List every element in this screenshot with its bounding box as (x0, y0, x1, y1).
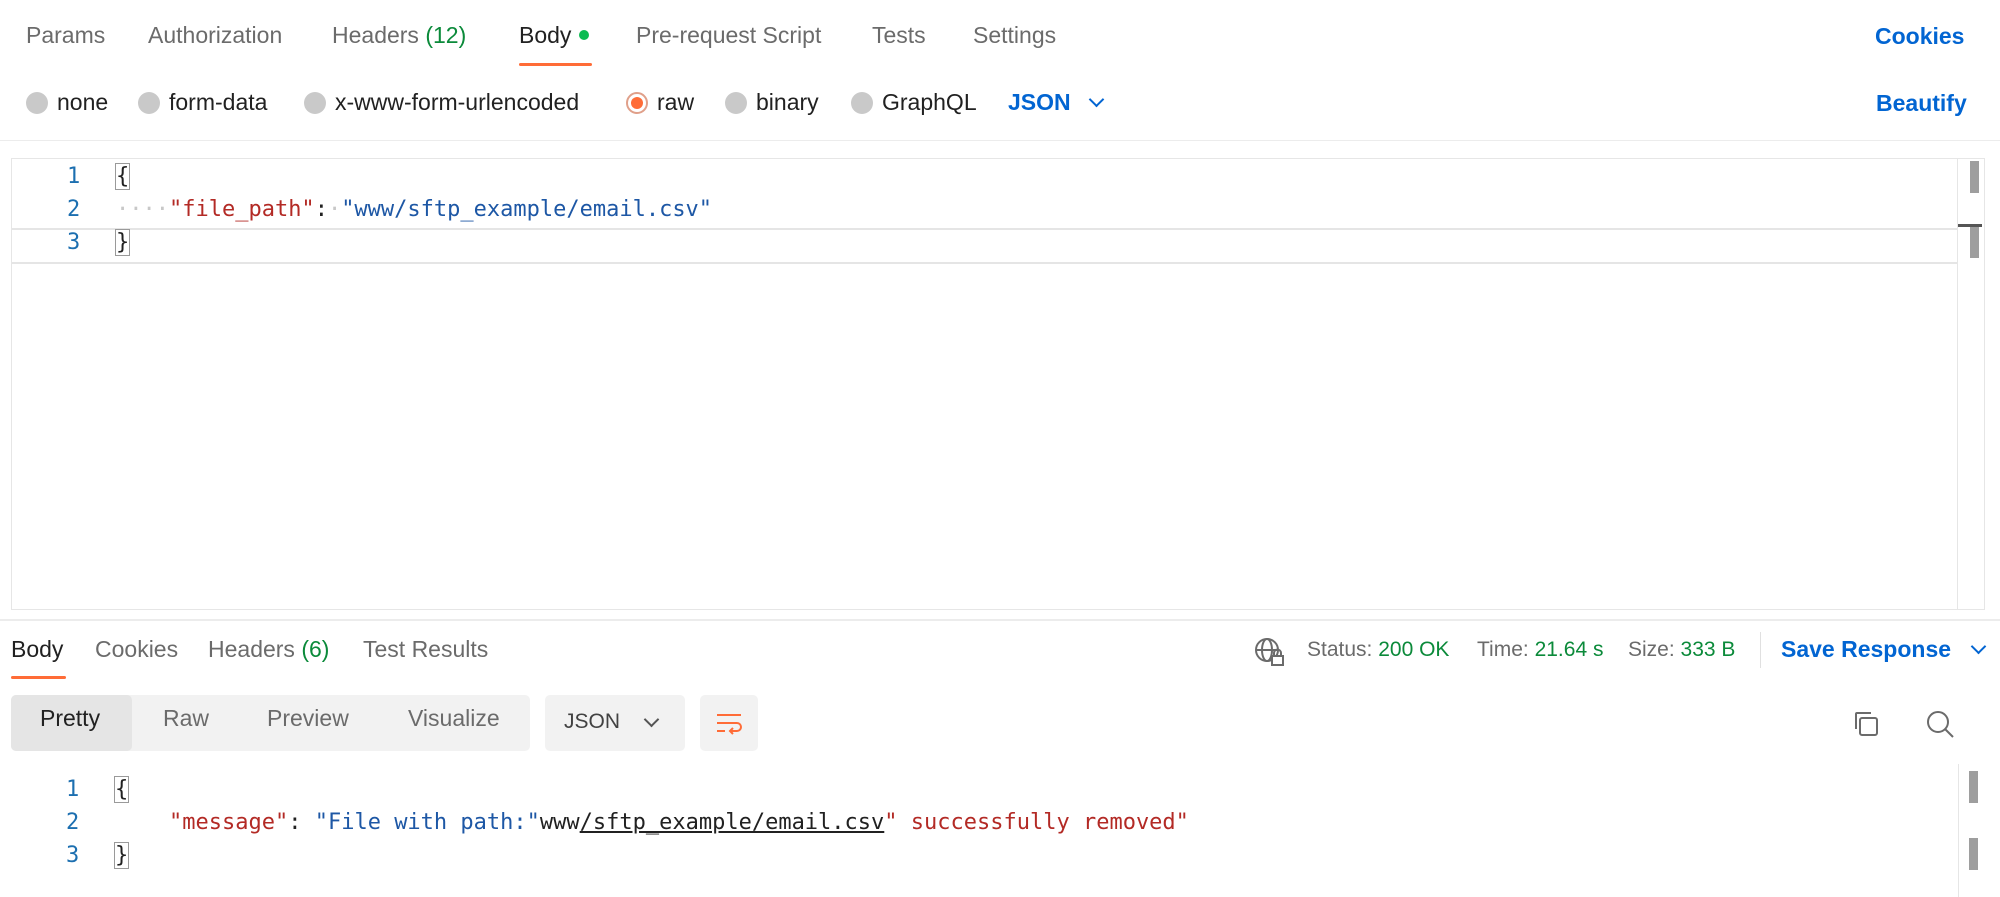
code-line: "message": "File with path:"www/sftp_exa… (169, 810, 1189, 835)
json-colon: : (288, 810, 302, 835)
body-modified-dot (579, 29, 590, 40)
save-response-button[interactable]: Save Response (1781, 636, 1987, 663)
response-tab-test-results[interactable]: Test Results (363, 636, 488, 663)
cookies-link[interactable]: Cookies (1875, 23, 1964, 50)
json-value-part: " successfully removed" (884, 810, 1189, 835)
response-body-viewer[interactable]: 1 2 3 { "message": "File with path:"www/… (0, 764, 2000, 897)
meta-divider (1760, 632, 1761, 668)
scrollbar-thumb[interactable] (1969, 771, 1978, 803)
path-link[interactable]: /sftp_example/email.csv (580, 810, 885, 835)
divider (0, 140, 2000, 141)
scrollbar-cursor-marker (1958, 224, 1982, 227)
pane-resize-handle[interactable] (0, 619, 2000, 621)
raw-format-select[interactable]: JSON (1008, 89, 1104, 116)
tab-headers-label: Headers (332, 22, 419, 48)
scrollbar-marker (1969, 838, 1978, 870)
time-value: 21.64 s (1534, 638, 1604, 661)
status-label: Status: (1307, 638, 1373, 661)
raw-format-value: JSON (1008, 89, 1071, 115)
line-number: 1 (66, 777, 80, 802)
radio-none-label[interactable]: none (57, 89, 108, 116)
active-line-highlight (12, 228, 1958, 264)
status-readout: Status: 200 OK (1307, 638, 1449, 662)
active-tab-underline (519, 63, 592, 66)
close-brace: } (113, 842, 130, 869)
beautify-button[interactable]: Beautify (1876, 90, 1967, 117)
response-tab-body[interactable]: Body (11, 636, 63, 663)
response-tab-cookies[interactable]: Cookies (95, 636, 178, 663)
tab-params[interactable]: Params (26, 22, 105, 49)
close-brace: } (114, 229, 131, 256)
chevron-down-icon (1970, 638, 1987, 655)
time-readout: Time: 21.64 s (1477, 638, 1603, 662)
view-mode-visualize[interactable]: Visualize (408, 705, 500, 732)
tab-settings[interactable]: Settings (973, 22, 1056, 49)
tab-body-label: Body (519, 22, 572, 48)
radio-graphql[interactable] (851, 92, 873, 114)
copy-icon[interactable] (1851, 709, 1881, 739)
line-number: 2 (67, 197, 81, 222)
status-value: 200 OK (1378, 638, 1450, 661)
json-value: "www/sftp_example/email.csv" (341, 197, 713, 222)
json-value-plain: www (539, 810, 580, 835)
size-readout: Size: 333 B (1628, 638, 1735, 662)
radio-binary[interactable] (725, 92, 747, 114)
response-format-select[interactable]: JSON (545, 695, 685, 751)
scrollbar-thumb[interactable] (1970, 161, 1979, 193)
code-line: ····"file_path":·"www/sftp_example/email… (116, 197, 713, 222)
open-brace: { (114, 163, 131, 190)
tab-headers[interactable]: Headers (12) (332, 22, 466, 49)
search-icon[interactable] (1925, 709, 1955, 739)
response-tab-headers[interactable]: Headers (6) (208, 636, 329, 663)
line-number: 1 (67, 164, 81, 189)
view-mode-preview[interactable]: Preview (267, 705, 349, 732)
tab-tests[interactable]: Tests (872, 22, 926, 49)
tab-pre-request-script[interactable]: Pre-request Script (636, 22, 821, 49)
view-mode-raw[interactable]: Raw (163, 705, 209, 732)
radio-form-data-label[interactable]: form-data (169, 89, 267, 116)
radio-urlencoded[interactable] (304, 92, 326, 114)
json-key: "message" (169, 810, 289, 835)
radio-raw-label[interactable]: raw (657, 89, 694, 116)
globe-lock-icon[interactable] (1253, 636, 1285, 668)
radio-graphql-label[interactable]: GraphQL (882, 89, 977, 116)
radio-binary-label[interactable]: binary (756, 89, 819, 116)
response-tab-headers-count: (6) (301, 636, 330, 662)
tab-headers-count: (12) (425, 22, 467, 48)
line-number: 2 (66, 810, 80, 835)
wrap-lines-button[interactable] (700, 695, 758, 751)
tab-authorization[interactable]: Authorization (148, 22, 282, 49)
radio-raw[interactable] (626, 92, 648, 114)
line-number: 3 (67, 230, 81, 255)
chevron-down-icon (1088, 91, 1104, 108)
save-response-label: Save Response (1781, 636, 1952, 662)
open-brace: { (113, 776, 130, 803)
json-value-part: "File with path:" (314, 810, 540, 835)
wrap-lines-icon (714, 708, 744, 738)
view-mode-pretty[interactable]: Pretty (40, 705, 100, 732)
radio-urlencoded-label[interactable]: x-www-form-urlencoded (335, 89, 579, 116)
time-label: Time: (1477, 638, 1529, 661)
radio-none[interactable] (26, 92, 48, 114)
chevron-down-icon (643, 711, 660, 728)
size-label: Size: (1628, 638, 1675, 661)
tab-body[interactable]: Body (519, 22, 590, 49)
radio-form-data[interactable] (138, 92, 160, 114)
request-body-editor[interactable]: 1 2 3 { ····"file_path":·"www/sftp_examp… (11, 158, 1985, 610)
json-key: "file_path" (168, 197, 315, 222)
response-active-underline (11, 676, 66, 679)
scrollbar-track (1958, 764, 1959, 897)
scrollbar-marker (1970, 226, 1979, 258)
response-tab-headers-label: Headers (208, 636, 295, 662)
response-format-value: JSON (564, 710, 621, 733)
size-value: 333 B (1680, 638, 1736, 661)
json-colon: : (314, 197, 328, 222)
line-number: 3 (66, 843, 80, 868)
